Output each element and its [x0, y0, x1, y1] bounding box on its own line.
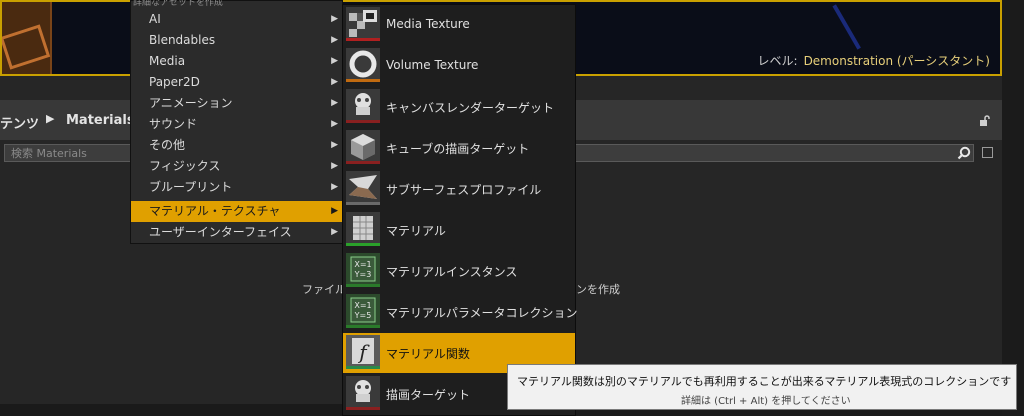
menu-item-label: Volume Texture — [386, 58, 479, 72]
save-search-icon[interactable] — [982, 147, 993, 158]
cube-render-target-icon — [346, 130, 380, 164]
svg-text:Y=3: Y=3 — [354, 270, 372, 279]
category-item-label: AI — [149, 12, 161, 26]
chevron-right-icon: ▶ — [331, 56, 338, 66]
breadcrumb-arrow-icon[interactable]: ▶ — [46, 112, 54, 125]
category-item-misc[interactable]: その他 ▶ — [131, 135, 342, 156]
menu-item-label: 描画ターゲット — [386, 388, 471, 402]
category-item-animation[interactable]: アニメーション ▶ — [131, 93, 342, 114]
category-item-paper2d[interactable]: Paper2D ▶ — [131, 72, 342, 93]
menu-item-canvas-render-target[interactable]: キャンバスレンダーターゲット — [343, 87, 575, 127]
category-item-label: ブループリント — [149, 180, 233, 194]
menu-item-material-parameter-collection[interactable]: X=1 Y=5 マテリアルパラメータコレクション — [343, 292, 578, 332]
level-prefix: レベル: — [757, 54, 798, 68]
menu-item-label: キャンバスレンダーターゲット — [386, 101, 555, 115]
svg-text:X=1: X=1 — [354, 301, 371, 310]
menu-item-label: マテリアルパラメータコレクション — [386, 306, 578, 320]
chevron-right-icon: ▶ — [331, 161, 338, 171]
chevron-right-icon: ▶ — [331, 119, 338, 129]
menu-item-cube-render-target[interactable]: キューブの描画ターゲット — [343, 128, 575, 168]
menu-item-material[interactable]: マテリアル — [343, 210, 575, 250]
chevron-right-icon: ▶ — [331, 98, 338, 108]
category-item-physics[interactable]: フィジックス ▶ — [131, 156, 342, 177]
material-parameter-collection-icon: X=1 Y=5 — [346, 294, 380, 328]
level-indicator: レベル: Demonstration (パーシスタント) — [758, 52, 990, 69]
create-asset-category-menu: 詳細なアセットを作成 AI ▶ Blendables ▶ Media ▶ Paper2… — [130, 0, 343, 244]
tooltip-description: マテリアル関数は別のマテリアルでも再利用することが出来るマテリアル表現式のコレク… — [517, 375, 1012, 388]
menu-item-label: マテリアル — [386, 224, 446, 238]
search-icon[interactable] — [957, 146, 971, 160]
svg-text:X=1: X=1 — [354, 260, 371, 269]
category-item-label: アニメーション — [149, 96, 233, 110]
chevron-right-icon: ▶ — [331, 227, 338, 237]
category-item-label: サウンド — [149, 117, 198, 131]
menu-item-label: サブサーフェスプロファイル — [386, 183, 542, 197]
right-panel-edge — [1002, 0, 1024, 416]
menu-item-label: マテリアルインスタンス — [386, 265, 518, 279]
viewport-scene-line — [832, 2, 896, 50]
empty-hint-left: ファイル — [302, 283, 346, 296]
category-item-blueprint[interactable]: ブループリント ▶ — [131, 177, 342, 198]
menu-item-subsurface-profile[interactable]: サブサーフェスプロファイル — [343, 169, 575, 209]
category-item-label: フィジックス — [149, 159, 221, 173]
menu-item-label: Media Texture — [386, 17, 470, 31]
menu-item-label: マテリアル関数 — [386, 347, 470, 361]
chevron-right-icon: ▶ — [331, 35, 338, 45]
chevron-right-icon: ▶ — [331, 14, 338, 24]
material-instance-icon: X=1 Y=3 — [346, 253, 380, 287]
menu-item-media-texture[interactable]: Media Texture — [343, 5, 575, 45]
material-function-icon: f — [346, 335, 380, 369]
category-item-label: Media — [149, 54, 186, 68]
material-icon — [346, 212, 380, 246]
canvas-render-target-icon — [346, 89, 380, 123]
category-item-label: マテリアル・テクスチャ — [149, 204, 281, 218]
category-item-sound[interactable]: サウンド ▶ — [131, 114, 342, 135]
empty-hint-right: ンを作成 — [576, 283, 620, 296]
category-item-user-interface[interactable]: ユーザーインターフェイス ▶ — [131, 222, 342, 243]
category-item-ai[interactable]: AI ▶ — [131, 9, 342, 30]
chevron-right-icon: ▶ — [331, 182, 338, 192]
materials-textures-submenu: Media Texture Volume Texture キャンバスレンダーター… — [342, 4, 578, 416]
category-item-label: Blendables — [149, 33, 216, 47]
category-item-label: その他 — [149, 138, 186, 152]
svg-text:Y=5: Y=5 — [354, 311, 372, 320]
tooltip-hint: 詳細は (Ctrl + Alt) を押してください — [681, 396, 851, 407]
material-function-tooltip: マテリアル関数は別のマテリアルでも再利用することが出来るマテリアル表現式のコレク… — [507, 364, 1017, 410]
lock-icon[interactable] — [979, 115, 991, 127]
breadcrumb-root[interactable]: テンツ — [0, 113, 39, 132]
chevron-right-icon: ▶ — [331, 140, 338, 150]
chevron-right-icon: ▶ — [331, 206, 338, 216]
category-item-materials-textures[interactable]: マテリアル・テクスチャ ▶ — [131, 201, 342, 222]
level-name: Demonstration (パーシスタント) — [803, 54, 990, 68]
media-texture-icon — [346, 7, 380, 41]
category-menu-header: 詳細なアセットを作成 — [133, 0, 223, 8]
menu-item-volume-texture[interactable]: Volume Texture — [343, 46, 575, 86]
menu-item-material-instance[interactable]: X=1 Y=3 マテリアルインスタンス — [343, 251, 575, 291]
subsurface-profile-icon — [346, 171, 380, 205]
category-item-blendables[interactable]: Blendables ▶ — [131, 30, 342, 51]
category-item-label: Paper2D — [149, 75, 200, 89]
category-item-label: ユーザーインターフェイス — [149, 225, 292, 239]
category-item-media[interactable]: Media ▶ — [131, 51, 342, 72]
breadcrumb-current[interactable]: Materials — [66, 113, 135, 128]
menu-item-label: キューブの描画ターゲット — [386, 142, 530, 156]
volume-texture-icon — [346, 48, 380, 82]
render-target-icon — [346, 376, 380, 410]
chevron-right-icon: ▶ — [331, 77, 338, 87]
